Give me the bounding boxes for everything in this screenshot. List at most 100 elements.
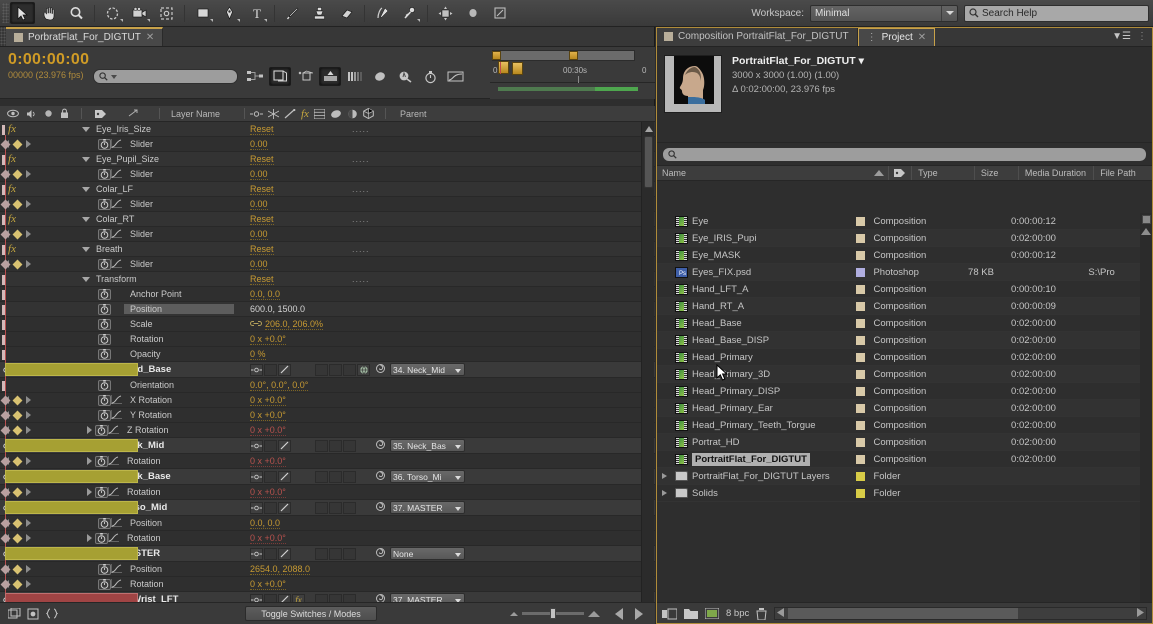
project-item-name-cell[interactable]: Head_Primary_Teeth_Torgue: [656, 419, 852, 431]
next-keyframe-icon[interactable]: [26, 565, 31, 573]
layer-switch-boxes-2[interactable]: [315, 363, 370, 376]
reset-link[interactable]: Reset: [250, 124, 274, 135]
close-icon[interactable]: ✕: [146, 32, 154, 43]
graph-editor-toggle-icon[interactable]: [444, 67, 466, 86]
parent-pickwhip-icon[interactable]: [375, 470, 386, 483]
property-name[interactable]: Position: [124, 518, 162, 528]
timeline-rows[interactable]: fx Eye_Iris_Size Reset..... Slider 0.00 fx Eye…: [0, 122, 655, 624]
collapse-switch[interactable]: [264, 470, 277, 483]
reset-link[interactable]: Reset: [250, 214, 274, 225]
expand-group-triangle[interactable]: [80, 276, 91, 282]
property-row[interactable]: Anchor Point 0.0, 0.0: [0, 287, 655, 302]
property-group-name[interactable]: Transform: [91, 274, 137, 284]
workspace-select[interactable]: Minimal: [810, 4, 958, 22]
next-keyframe-icon[interactable]: [26, 396, 31, 404]
three-d-switch[interactable]: [357, 363, 370, 376]
stopwatch-icon[interactable]: [98, 517, 111, 529]
value-graph-icon[interactable]: [110, 168, 124, 180]
quality-switch[interactable]: [278, 363, 291, 376]
toggle-switches-modes-button[interactable]: Toggle Switches / Modes: [245, 606, 377, 621]
property-row[interactable]: Slider 0.00: [0, 227, 655, 242]
expand-folder-triangle[interactable]: [662, 490, 667, 496]
property-name[interactable]: Position: [124, 304, 234, 314]
expand-group-triangle[interactable]: [80, 246, 91, 252]
project-item-list[interactable]: Eye Composition 0:00:00:12 Eye_IRIS_Pupi Com…: [656, 213, 1140, 603]
layer-duration-bar[interactable]: [5, 501, 138, 514]
property-value[interactable]: 0 x +0.0°: [250, 334, 286, 345]
project-item-name-cell[interactable]: Head_Primary_Ear: [656, 402, 852, 414]
property-row[interactable]: Position 0.0, 0.0: [0, 516, 655, 531]
new-folder-icon[interactable]: [684, 608, 698, 619]
project-item-name-cell[interactable]: PortraitFlat_For_DIGTUT Layers: [656, 471, 852, 482]
add-keyframe-icon[interactable]: [12, 425, 23, 435]
value-graph-icon[interactable]: [110, 198, 124, 210]
project-item-label-color[interactable]: [856, 216, 866, 226]
frame-blend-switch[interactable]: [315, 470, 328, 483]
link-icon[interactable]: [250, 319, 262, 329]
property-row[interactable]: Y Rotation 0 x +0.0°: [0, 408, 655, 423]
timeline-vertical-scrollbar[interactable]: [641, 122, 654, 624]
add-keyframe-icon[interactable]: [12, 410, 23, 420]
property-name[interactable]: Rotation: [121, 533, 161, 543]
project-item-name-cell[interactable]: Solids: [656, 488, 852, 499]
project-item-row[interactable]: Head_Primary_Ear Composition 0:02:00:00: [656, 400, 1140, 417]
zoom-in-icon[interactable]: [588, 610, 600, 617]
next-keyframe-icon[interactable]: [26, 426, 31, 434]
scroll-left-icon[interactable]: [775, 607, 786, 620]
property-name[interactable]: Opacity: [124, 349, 161, 359]
work-area-start-handle[interactable]: [492, 51, 501, 60]
project-item-name-cell[interactable]: Hand_RT_A: [656, 300, 852, 312]
property-group-name[interactable]: Eye_Iris_Size: [91, 124, 151, 134]
mask-icon[interactable]: [487, 2, 512, 24]
chevron-down-icon[interactable]: [941, 5, 957, 21]
scroll-up-icon[interactable]: [1141, 227, 1151, 238]
project-item-name[interactable]: Head_Primary_DISP: [692, 386, 780, 397]
ellipse-icon[interactable]: [460, 2, 485, 24]
stopwatch-icon[interactable]: [98, 333, 111, 345]
value-graph-icon[interactable]: [107, 455, 121, 467]
quality-switch[interactable]: [278, 501, 291, 514]
shy-switch[interactable]: [250, 363, 263, 376]
collapse-switch[interactable]: [264, 547, 277, 560]
stopwatch-icon[interactable]: [98, 394, 111, 406]
quality-switch[interactable]: [278, 547, 291, 560]
add-keyframe-icon[interactable]: [12, 579, 23, 589]
anchor-point-icon[interactable]: [433, 2, 458, 24]
value-graph-icon[interactable]: [110, 563, 124, 575]
draft-3d-icon[interactable]: [269, 67, 291, 86]
comp-render-icon[interactable]: [27, 608, 40, 620]
expand-group-triangle[interactable]: [80, 216, 91, 222]
property-name[interactable]: Position: [124, 564, 162, 574]
add-keyframe-icon[interactable]: [12, 518, 23, 528]
shy-switch[interactable]: [250, 547, 263, 560]
expand-property-triangle[interactable]: [84, 457, 95, 465]
property-group-name[interactable]: Eye_Pupil_Size: [91, 154, 159, 164]
property-name[interactable]: Slider: [124, 259, 153, 269]
expand-property-triangle[interactable]: [84, 426, 95, 434]
property-row[interactable]: Slider 0.00: [0, 197, 655, 212]
shy-switch[interactable]: [250, 501, 263, 514]
toolbar-grip[interactable]: [2, 3, 9, 23]
project-item-label-color[interactable]: [856, 369, 866, 379]
project-item-name[interactable]: PortraitFlat_For_DIGTUT Layers: [692, 471, 830, 482]
project-item-label-color[interactable]: [856, 318, 866, 328]
project-item-name[interactable]: Hand_LFT_A: [692, 284, 749, 295]
expand-group-triangle[interactable]: [80, 156, 91, 162]
layer-switch-boxes-2[interactable]: [315, 470, 356, 483]
property-name[interactable]: Slider: [124, 169, 153, 179]
interpret-footage-icon[interactable]: [662, 608, 677, 620]
pen-tool[interactable]: [217, 2, 242, 24]
quality-switch[interactable]: [278, 439, 291, 452]
project-item-name-cell[interactable]: Head_Base_DISP: [656, 334, 852, 346]
property-name[interactable]: Anchor Point: [124, 289, 182, 299]
layer-duration-bar[interactable]: [5, 363, 138, 376]
project-item-name[interactable]: Eye_MASK: [692, 250, 741, 261]
parent-dropdown[interactable]: 37. MASTER: [390, 501, 465, 514]
property-value[interactable]: 0 x +0.0°: [250, 410, 286, 421]
column-media-duration[interactable]: Media Duration: [1019, 166, 1095, 180]
brush-tool[interactable]: [280, 2, 305, 24]
project-item-label-color[interactable]: [856, 386, 866, 396]
property-value[interactable]: 0.00: [250, 259, 268, 270]
project-item-row[interactable]: Hand_LFT_A Composition 0:00:00:10: [656, 281, 1140, 298]
property-value[interactable]: 0 x +0.0°: [250, 395, 286, 406]
